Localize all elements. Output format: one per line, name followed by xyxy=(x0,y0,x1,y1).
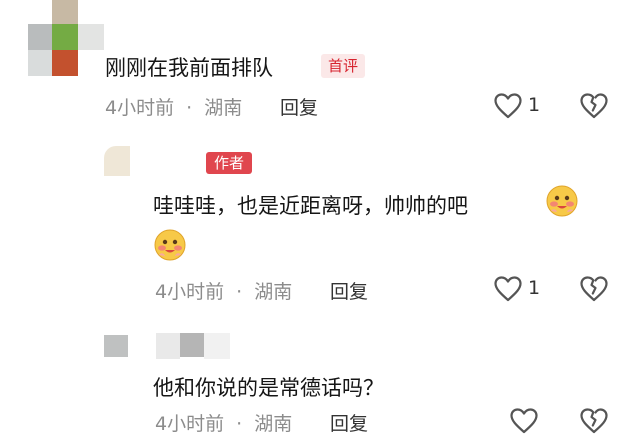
heart-outline-icon[interactable] xyxy=(509,406,539,436)
comment-1-like-count: 1 xyxy=(528,94,541,116)
heart-outline-icon[interactable] xyxy=(493,274,523,304)
comment-2-reply-button[interactable]: 回复 xyxy=(330,277,368,304)
user-avatar-1[interactable] xyxy=(28,0,104,76)
comment-2-meta: 4小时前 · 湖南 xyxy=(155,277,292,304)
comment-3-time: 4小时前 xyxy=(155,413,225,435)
comment-1-meta: 4小时前 · 湖南 xyxy=(105,93,242,120)
broken-heart-icon[interactable] xyxy=(579,91,609,121)
comment-2-time: 4小时前 xyxy=(155,281,225,303)
comment-3-location: 湖南 xyxy=(254,413,293,435)
heart-outline-icon[interactable] xyxy=(493,91,523,121)
blushing-emoji-icon xyxy=(545,184,579,218)
meta-separator: · xyxy=(236,281,243,303)
comment-1-text: 刚刚在我前面排队 xyxy=(105,56,273,80)
user-avatar-2[interactable] xyxy=(104,146,130,176)
blushing-emoji-icon xyxy=(153,228,187,262)
comment-2-like-count: 1 xyxy=(528,277,541,299)
author-badge: 作者 xyxy=(206,152,253,174)
comment-3-reply-button[interactable]: 回复 xyxy=(330,409,368,436)
meta-separator: · xyxy=(186,97,193,119)
comment-3-meta: 4小时前 · 湖南 xyxy=(155,409,292,436)
comment-2-location: 湖南 xyxy=(254,281,293,303)
meta-separator: · xyxy=(236,413,243,435)
comment-2-text: 哇哇哇，也是近距离呀，帅帅的吧 xyxy=(153,194,468,218)
comment-1-reply-button[interactable]: 回复 xyxy=(280,93,318,120)
comment-1-location: 湖南 xyxy=(204,97,243,119)
broken-heart-icon[interactable] xyxy=(579,274,609,304)
first-comment-badge: 首评 xyxy=(321,54,366,78)
comment-1-time: 4小时前 xyxy=(105,97,175,119)
comment-3-text: 他和你说的是常德话吗？ xyxy=(153,376,384,400)
user-avatar-3[interactable] xyxy=(104,333,230,359)
broken-heart-icon[interactable] xyxy=(579,406,609,436)
